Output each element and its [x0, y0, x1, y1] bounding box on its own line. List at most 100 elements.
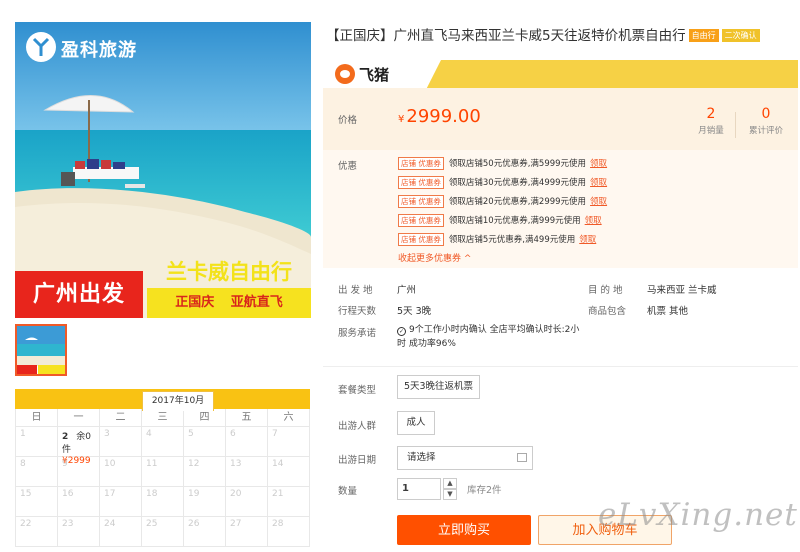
- coupon-text: 领取店铺30元优惠券,满4999元使用: [448, 178, 587, 188]
- confirm-badge: 二次确认: [721, 29, 760, 42]
- origin-value: 广州: [397, 285, 417, 296]
- claim-coupon-link[interactable]: 领取: [590, 159, 607, 169]
- claim-coupon-link[interactable]: 领取: [590, 197, 607, 207]
- buy-now-button[interactable]: 立即购买: [397, 515, 531, 545]
- calendar-day-number: 19: [188, 489, 200, 499]
- destination-value: 马来西亚 兰卡威: [647, 285, 717, 296]
- calendar-day: 22: [16, 517, 58, 547]
- calendar-day: 16: [58, 487, 100, 517]
- calendar-day: 13: [226, 457, 268, 487]
- product-title-text: 【正国庆】广州直飞马来西亚兰卡威5天往返特价机票自由行: [326, 28, 686, 44]
- service-label: 服务承诺: [338, 328, 377, 339]
- calendar-day-number: 28: [272, 519, 284, 529]
- calendar-day-number: 11: [146, 459, 158, 469]
- calendar-day-number: 12: [188, 459, 200, 469]
- price-calendar: 2017年10月 日一二三四五六 1 2 余0件 ¥2999 3 4 5 6 7 8 9 10 11 12 1…: [15, 389, 310, 547]
- coupon-item: 店铺 优惠券 领取店铺5元优惠券,满499元使用 领取: [398, 233, 596, 246]
- calendar-day-number: 10: [104, 459, 116, 469]
- quantity-input[interactable]: 1: [397, 478, 441, 500]
- coupon-text: 领取店铺50元优惠券,满5999元使用: [448, 159, 587, 169]
- calendar-day: 10: [100, 457, 142, 487]
- thumbnail-beach-image: [17, 326, 65, 374]
- calendar-day: 9: [58, 457, 100, 487]
- coupon-item: 店铺 优惠券 领取店铺30元优惠券,满4999元使用 领取: [398, 176, 607, 189]
- review-count-label: 累计评价: [748, 126, 783, 136]
- days-label: 行程天数: [338, 306, 377, 317]
- calendar-day-number: 17: [104, 489, 116, 499]
- package-option[interactable]: 5天3晚往返机票: [397, 375, 480, 399]
- calendar-day: 28: [268, 517, 310, 547]
- calendar-day-number: 8: [20, 459, 26, 469]
- calendar-day: 6: [226, 427, 268, 457]
- coupon-panel: 优惠 店铺 优惠券 领取店铺50元优惠券,满5999元使用 领取 店铺 优惠券 领取店铺…: [323, 150, 798, 268]
- destination-label: 目 的 地: [588, 285, 623, 296]
- calendar-header: 2017年10月: [15, 389, 310, 411]
- coupon-tag: 店铺 优惠券: [398, 176, 444, 189]
- crowd-label: 出游人群: [338, 421, 377, 432]
- calendar-day: 25: [142, 517, 184, 547]
- coupon-item: 店铺 优惠券 领取店铺20元优惠券,满2999元使用 领取: [398, 195, 607, 208]
- quantity-up-icon[interactable]: ▲: [443, 478, 457, 489]
- price-amount: 2999.00: [406, 106, 481, 127]
- calendar-day: 12: [184, 457, 226, 487]
- coupon-text: 领取店铺5元优惠券,满499元使用: [448, 235, 576, 245]
- monthly-sales: 2 月销量: [681, 106, 741, 136]
- collapse-coupons-link[interactable]: 收起更多优惠券 ^: [398, 251, 471, 264]
- departure-tag: 广州出发: [15, 271, 143, 318]
- calendar-day: 18: [142, 487, 184, 517]
- destination-tag: 兰卡威自由行: [166, 260, 292, 284]
- product-main-image[interactable]: 盈科旅游 广州出发 兰卡威自由行 正国庆 亚航直飞: [15, 22, 311, 318]
- coupon-tag: 店铺 优惠券: [398, 157, 444, 170]
- days-value: 5天 3晚: [397, 306, 432, 317]
- currency-symbol: ¥: [398, 114, 405, 125]
- claim-coupon-link[interactable]: 领取: [579, 235, 596, 245]
- platform-bar: 飞猪: [323, 60, 798, 88]
- crowd-option[interactable]: 成人: [397, 411, 435, 435]
- calendar-day: 27: [226, 517, 268, 547]
- travel-date-input[interactable]: 请选择: [397, 446, 533, 470]
- calendar-day-number: 9: [62, 459, 68, 469]
- coupon-item: 店铺 优惠券 领取店铺50元优惠券,满5999元使用 领取: [398, 157, 607, 170]
- calendar-day-number: 21: [272, 489, 284, 499]
- calendar-weekday: 四: [184, 409, 226, 427]
- calendar-day: 1: [16, 427, 58, 457]
- promo-tag: 正国庆 亚航直飞: [147, 288, 311, 318]
- claim-coupon-link[interactable]: 领取: [585, 216, 602, 226]
- calendar-weekday: 一: [58, 409, 100, 427]
- calendar-day-number: 1: [20, 429, 26, 439]
- coupon-tag: 店铺 优惠券: [398, 233, 444, 246]
- calendar-weekday: 三: [142, 409, 184, 427]
- calendar-icon: [517, 453, 527, 462]
- section-divider: [323, 366, 798, 367]
- calendar-day-number: 13: [230, 459, 242, 469]
- calendar-day-number: 26: [188, 519, 200, 529]
- service-promise: ✓ 9个工作小时内确认 全店平均确认时长:2小时 成功率96%: [397, 323, 587, 351]
- calendar-day: 3: [100, 427, 142, 457]
- coupon-item: 店铺 优惠券 领取店铺10元优惠券,满999元使用 领取: [398, 214, 602, 227]
- review-count[interactable]: 0 累计评价: [736, 106, 796, 136]
- date-label: 出游日期: [338, 455, 377, 466]
- coupon-tag: 店铺 优惠券: [398, 195, 444, 208]
- price-label: 价格: [338, 115, 358, 126]
- calendar-day: 4: [142, 427, 184, 457]
- calendar-weekday: 二: [100, 409, 142, 427]
- claim-coupon-link[interactable]: 领取: [590, 178, 607, 188]
- price-panel: 价格 ¥2999.00 2 月销量 0 累计评价: [323, 88, 798, 150]
- stock-note: 库存2件: [467, 485, 502, 496]
- includes-label: 商品包含: [588, 306, 627, 317]
- calendar-day-number: 25: [146, 519, 158, 529]
- monthly-sales-label: 月销量: [698, 126, 724, 136]
- thumbnail-image[interactable]: [15, 324, 67, 376]
- service-promise-text: 9个工作小时内确认 全店平均确认时长:2小时 成功率96%: [397, 325, 580, 349]
- calendar-day-number: 4: [146, 429, 152, 439]
- calendar-day-number: 22: [20, 519, 32, 529]
- travel-date-placeholder: 请选择: [407, 452, 436, 463]
- monthly-sales-value: 2: [706, 106, 716, 122]
- free-travel-badge: 自由行: [688, 29, 719, 42]
- quantity-down-icon[interactable]: ▼: [443, 489, 457, 500]
- calendar-day[interactable]: 2 余0件 ¥2999: [58, 427, 100, 466]
- calendar-day: 21: [268, 487, 310, 517]
- price-value: ¥2999.00: [398, 106, 481, 127]
- calendar-month[interactable]: 2017年10月: [142, 391, 214, 411]
- calendar-day: 15: [16, 487, 58, 517]
